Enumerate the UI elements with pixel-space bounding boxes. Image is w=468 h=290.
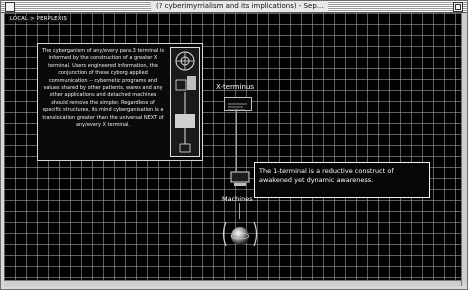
sphere-icon[interactable] [218, 216, 262, 252]
app-window: (? cyberimyrrialism and its implications… [0, 0, 468, 290]
title-bar[interactable]: (? cyberimyrrialism and its implications… [1, 1, 467, 13]
vertical-scrollbar[interactable] [461, 13, 467, 286]
window-title: (? cyberimyrrialism and its implications… [151, 1, 329, 12]
x-terminus-label: X-terminus [216, 83, 255, 91]
connector-vertical [236, 109, 237, 171]
close-icon[interactable] [5, 2, 15, 12]
machines-label: Machines [222, 195, 253, 203]
callout-text: The 1-terminal is a reductive construct … [259, 167, 394, 184]
info-panel: The cyberganism of any/every para.3 term… [37, 43, 203, 161]
terminal-icon[interactable] [224, 97, 252, 111]
schematic-icon [170, 47, 200, 157]
nav-label[interactable]: LOCAL > PERPLEXIS [8, 16, 70, 22]
computer-icon[interactable] [230, 171, 250, 187]
callout-box: The 1-terminal is a reductive construct … [254, 162, 430, 198]
horizontal-scrollbar[interactable] [4, 280, 461, 287]
zoom-icon[interactable] [453, 2, 463, 12]
grid-canvas: LOCAL > PERPLEXIS The cyberganism of any… [4, 13, 461, 286]
info-text: The cyberganism of any/every para.3 term… [42, 48, 164, 129]
